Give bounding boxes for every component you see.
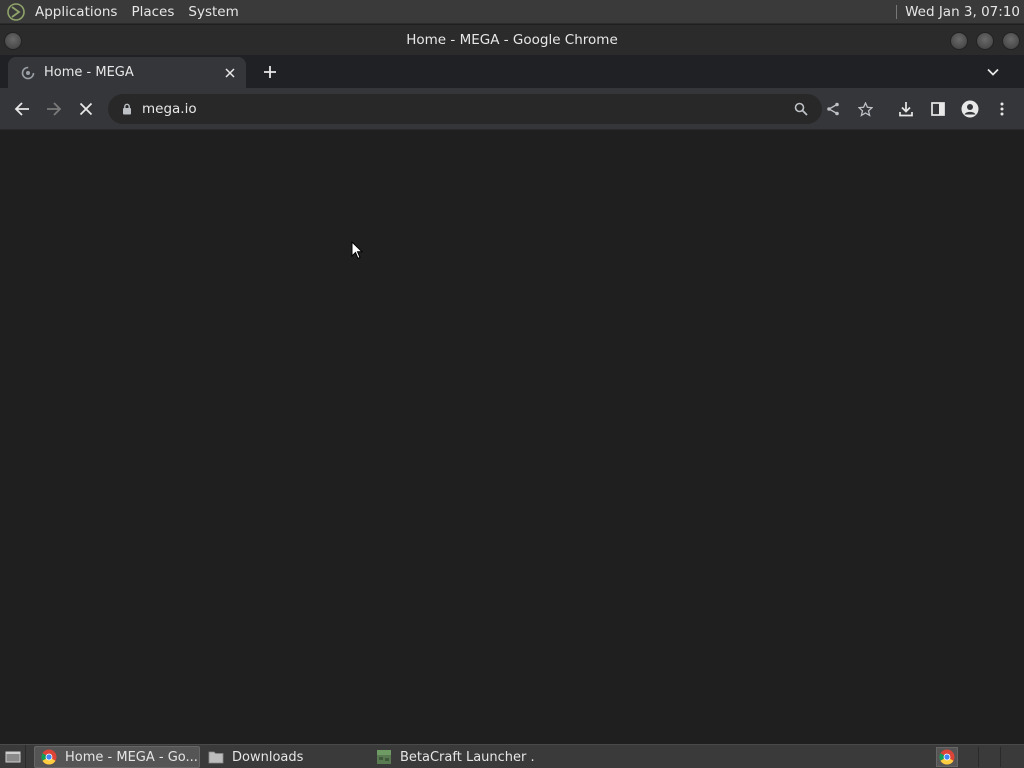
maximize-button[interactable]	[976, 32, 994, 50]
tab-search-button[interactable]	[982, 61, 1004, 83]
distro-logo-icon[interactable]	[4, 0, 28, 24]
more-menu-icon[interactable]	[989, 96, 1015, 122]
forward-button[interactable]	[41, 96, 67, 122]
url-text[interactable]: mega.io	[142, 101, 197, 117]
applications-menu[interactable]: Applications	[28, 4, 124, 20]
profile-avatar-icon[interactable]	[957, 96, 983, 122]
tab-title: Home - MEGA	[44, 65, 134, 80]
places-menu[interactable]: Places	[124, 4, 181, 20]
tray-chrome-icon[interactable]	[936, 747, 958, 767]
taskbar-item-downloads[interactable]: Downloads	[202, 746, 368, 768]
downloads-icon[interactable]	[893, 96, 919, 122]
betacraft-icon	[376, 749, 392, 765]
top-panel: Applications Places System Wed Jan 3, 07…	[0, 0, 1024, 24]
show-desktop-icon[interactable]	[0, 744, 26, 768]
tab-strip: Home - MEGA	[0, 55, 1024, 88]
taskbar: Home - MEGA - Go... Downloads BetaCraft …	[0, 744, 1024, 768]
page-content[interactable]	[0, 131, 1024, 743]
chrome-icon	[41, 749, 57, 765]
taskbar-item-label: Downloads	[232, 749, 304, 765]
lock-icon[interactable]	[120, 102, 134, 116]
back-button[interactable]	[9, 96, 35, 122]
clock[interactable]: Wed Jan 3, 07:10	[905, 4, 1020, 20]
tray-separator	[978, 747, 979, 767]
share-icon[interactable]	[821, 97, 845, 121]
window-title: Home - MEGA - Google Chrome	[406, 32, 618, 48]
taskbar-item-label: Home - MEGA - Go...	[65, 749, 198, 765]
taskbar-item-label: BetaCraft Launcher ...	[400, 749, 536, 765]
system-menu[interactable]: System	[181, 4, 245, 20]
tray-separator	[1000, 747, 1001, 767]
tab-close-icon[interactable]	[222, 65, 238, 81]
close-window-button[interactable]	[1002, 32, 1020, 50]
window-titlebar[interactable]: Home - MEGA - Google Chrome	[0, 25, 1024, 55]
taskbar-item-chrome[interactable]: Home - MEGA - Go...	[34, 746, 200, 768]
loading-favicon-icon	[20, 65, 36, 81]
window-menu-button[interactable]	[4, 32, 22, 50]
address-bar[interactable]: mega.io	[108, 94, 873, 124]
browser-toolbar: mega.io	[0, 88, 1024, 130]
panel-separator	[896, 4, 898, 19]
bookmark-star-icon[interactable]	[853, 97, 877, 121]
mouse-cursor-icon	[351, 240, 364, 265]
minimize-button[interactable]	[950, 32, 968, 50]
taskbar-item-betacraft[interactable]: BetaCraft Launcher ...	[370, 746, 536, 768]
search-icon[interactable]	[789, 97, 813, 121]
folder-icon	[208, 749, 224, 765]
side-panel-icon[interactable]	[925, 96, 951, 122]
new-tab-button[interactable]	[258, 61, 282, 83]
tab-home-mega[interactable]: Home - MEGA	[8, 57, 246, 88]
stop-loading-button[interactable]	[73, 96, 99, 122]
